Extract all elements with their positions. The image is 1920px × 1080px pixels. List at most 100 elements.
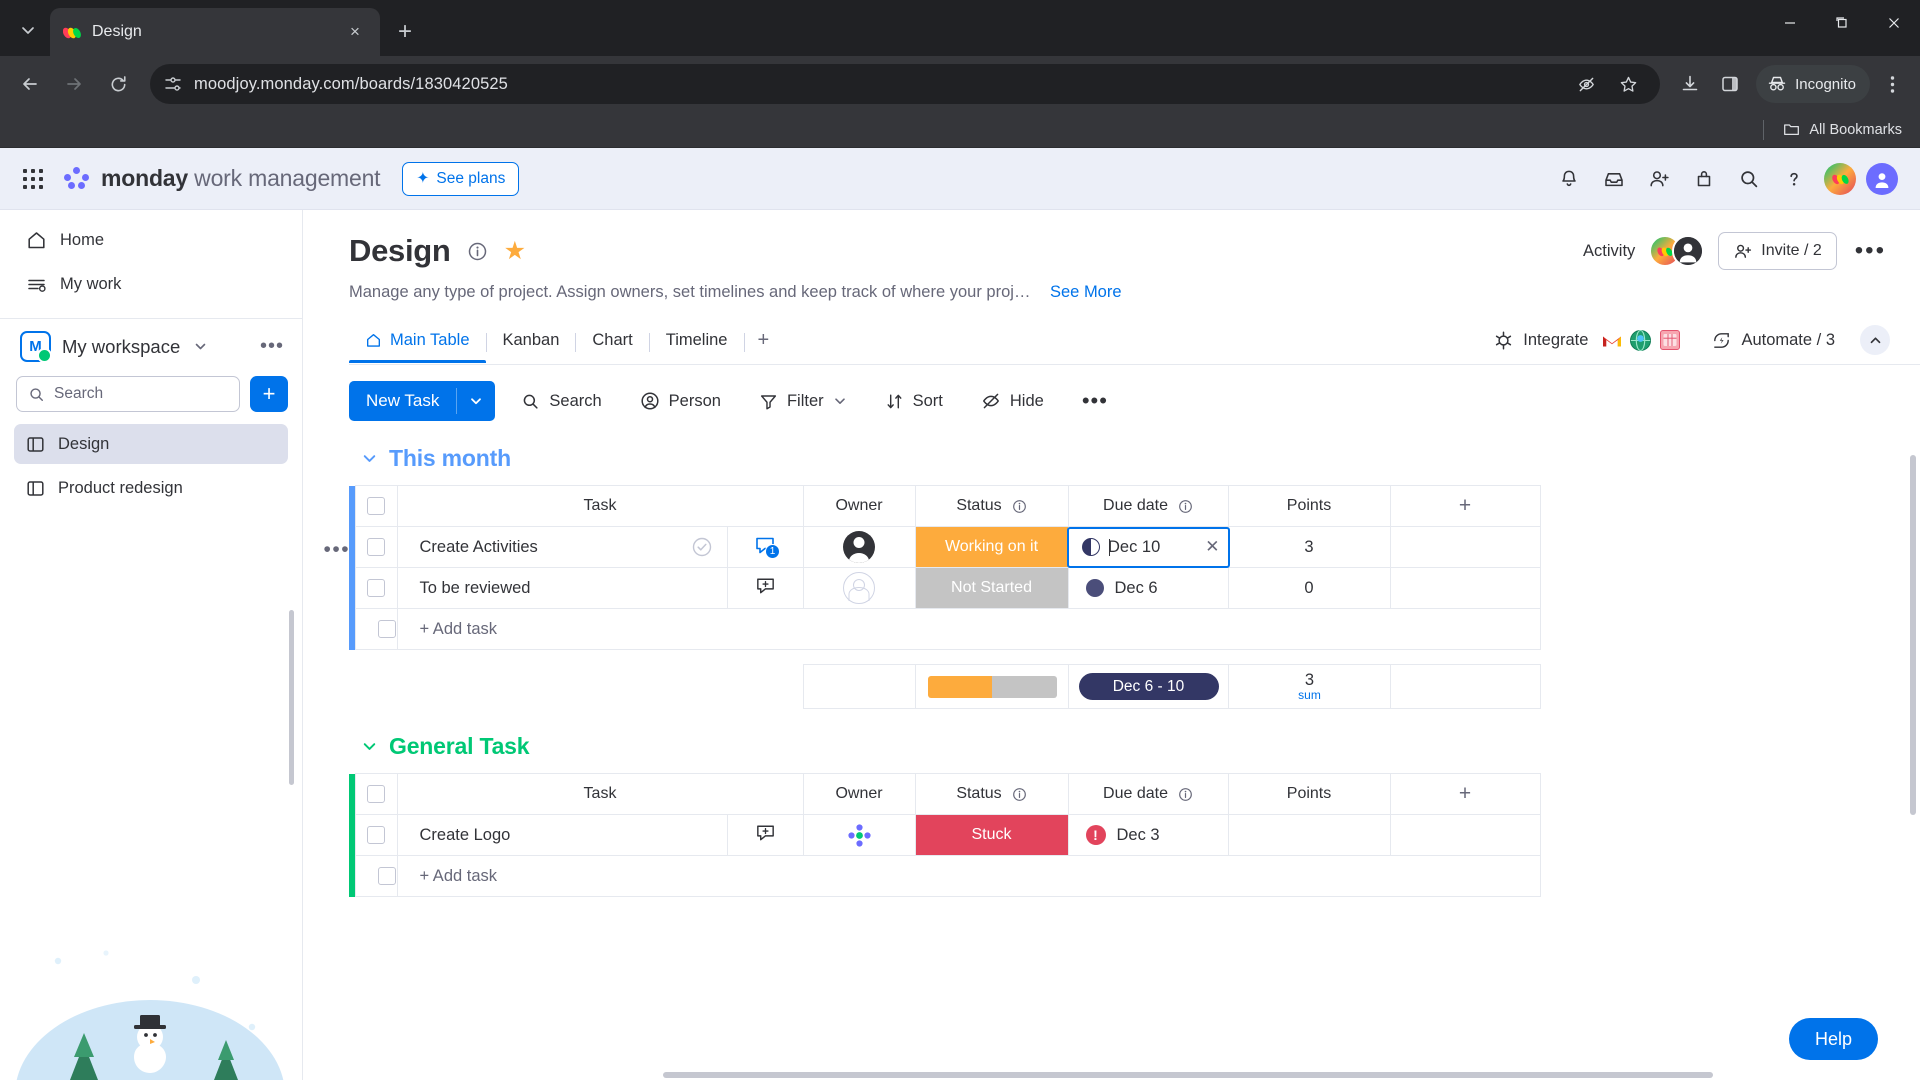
summary-date-range[interactable]: Dec 6 - 10 xyxy=(1068,664,1229,709)
column-header-points[interactable]: Points xyxy=(1227,773,1391,815)
search-button[interactable]: Search xyxy=(509,383,613,419)
sidebar-item-home[interactable]: Home xyxy=(14,220,288,260)
cell-due-date[interactable]: Dec 6 xyxy=(1067,567,1229,609)
table-row[interactable]: To be reviewed Not Started Dec 6 0 xyxy=(349,567,1541,609)
date-editor[interactable]: Dec 10 ✕ xyxy=(1066,526,1230,568)
board-more-icon[interactable]: ••• xyxy=(1851,237,1890,265)
cell-owner[interactable] xyxy=(802,526,916,568)
info-icon[interactable] xyxy=(467,241,488,262)
tab-search-icon[interactable] xyxy=(6,10,50,50)
user-avatar[interactable] xyxy=(1866,162,1898,195)
add-task-label[interactable]: + Add task xyxy=(396,855,1541,897)
table-row[interactable]: ••• Create Activities 1 Working on it De… xyxy=(324,526,1541,568)
add-column-button[interactable]: + xyxy=(1389,485,1541,527)
board-vertical-scrollbar[interactable] xyxy=(1910,455,1916,815)
search-icon[interactable] xyxy=(1729,159,1769,199)
select-all-checkbox-cell[interactable] xyxy=(354,773,398,815)
cell-updates[interactable] xyxy=(726,814,804,856)
cell-due-date[interactable]: ! Dec 3 xyxy=(1067,814,1229,856)
gmail-icon[interactable] xyxy=(1599,327,1625,353)
cell-updates[interactable] xyxy=(726,567,804,609)
info-icon[interactable] xyxy=(1178,499,1193,514)
inbox-icon[interactable] xyxy=(1594,159,1634,199)
tab-chart[interactable]: Chart xyxy=(576,322,648,362)
automate-button[interactable]: Automate / 3 xyxy=(1701,324,1845,357)
add-update-icon[interactable] xyxy=(754,574,777,597)
invite-button[interactable]: Invite / 2 xyxy=(1718,232,1837,270)
calendar-icon[interactable] xyxy=(1657,328,1682,353)
cell-task[interactable]: To be reviewed xyxy=(396,567,728,609)
cell-status[interactable]: Not Started xyxy=(914,567,1069,609)
sidebar-board-product-redesign[interactable]: Product redesign xyxy=(14,468,288,508)
search-input[interactable]: Search xyxy=(16,376,240,412)
help-button[interactable]: Help xyxy=(1788,1018,1878,1060)
checkbox-icon[interactable] xyxy=(367,538,385,556)
chevron-up-icon[interactable] xyxy=(1860,325,1890,355)
group-header[interactable]: This month xyxy=(361,445,1890,472)
row-checkbox-cell[interactable]: ••• xyxy=(324,526,398,568)
integrate-button[interactable]: Integrate xyxy=(1483,322,1692,359)
avatar-placeholder[interactable] xyxy=(843,572,875,604)
chevron-down-icon[interactable] xyxy=(193,339,208,354)
sidebar-board-design[interactable]: Design xyxy=(14,424,288,464)
incognito-profile-button[interactable]: Incognito xyxy=(1756,65,1870,103)
column-header-status[interactable]: Status xyxy=(914,485,1069,527)
reload-icon[interactable] xyxy=(98,64,138,104)
add-board-button[interactable]: + xyxy=(250,376,288,412)
select-all-checkbox-cell[interactable] xyxy=(354,485,398,527)
add-column-button[interactable]: + xyxy=(1389,773,1541,815)
sort-button[interactable]: Sort xyxy=(873,383,955,419)
all-bookmarks-label[interactable]: All Bookmarks xyxy=(1809,122,1902,138)
hide-password-icon[interactable] xyxy=(1568,66,1604,102)
cell-owner[interactable] xyxy=(802,567,916,609)
chrome-menu-icon[interactable] xyxy=(1874,66,1910,102)
new-tab-button[interactable]: + xyxy=(386,13,424,51)
close-icon[interactable]: × xyxy=(342,19,368,45)
avatar[interactable] xyxy=(844,820,874,850)
column-header-owner[interactable]: Owner xyxy=(802,773,916,815)
cell-due-date[interactable]: Dec 10 ✕ xyxy=(1066,526,1230,568)
apps-grid-icon[interactable] xyxy=(16,162,50,196)
notifications-bell-icon[interactable] xyxy=(1549,159,1589,199)
column-header-points[interactable]: Points xyxy=(1227,485,1391,527)
workspace-more-icon[interactable]: ••• xyxy=(260,335,288,358)
row-menu-icon[interactable]: ••• xyxy=(324,538,351,562)
sidebar-item-my-work[interactable]: My work xyxy=(14,264,288,304)
column-header-task[interactable]: Task xyxy=(396,773,804,815)
tab-main-table[interactable]: Main Table xyxy=(349,322,486,363)
maximize-icon[interactable] xyxy=(1816,0,1868,46)
add-task-row[interactable]: + Add task xyxy=(349,855,1541,897)
download-icon[interactable] xyxy=(1672,66,1708,102)
cell-points[interactable] xyxy=(1227,814,1391,856)
cell-task[interactable]: Create Activities xyxy=(396,526,728,568)
help-question-icon[interactable] xyxy=(1774,159,1814,199)
checkbox-icon[interactable] xyxy=(367,579,385,597)
cell-status[interactable]: Stuck xyxy=(914,814,1069,856)
cell-points[interactable]: 0 xyxy=(1227,567,1391,609)
cell-updates[interactable]: 1 xyxy=(726,526,804,568)
sidebar-scrollbar[interactable] xyxy=(289,610,294,785)
add-view-button[interactable]: + xyxy=(745,320,783,364)
column-header-task[interactable]: Task xyxy=(396,485,804,527)
marketplace-icon[interactable] xyxy=(1684,159,1724,199)
globe-icon[interactable] xyxy=(1628,328,1653,353)
info-icon[interactable] xyxy=(1012,499,1027,514)
back-icon[interactable] xyxy=(10,64,50,104)
row-checkbox-cell[interactable] xyxy=(354,855,398,897)
row-checkbox-cell[interactable] xyxy=(354,608,398,650)
side-panel-icon[interactable] xyxy=(1712,66,1748,102)
group-header[interactable]: General Task xyxy=(361,733,1890,760)
new-task-button[interactable]: New Task xyxy=(349,381,496,421)
person-button[interactable]: Person xyxy=(628,383,733,419)
info-icon[interactable] xyxy=(1178,787,1193,802)
summary-points[interactable]: 3 sum xyxy=(1228,664,1391,709)
checkbox-icon[interactable] xyxy=(367,826,385,844)
row-checkbox-cell[interactable] xyxy=(354,567,398,609)
toolbar-more-icon[interactable]: ••• xyxy=(1070,383,1120,419)
checkbox-icon[interactable] xyxy=(367,785,385,803)
board-horizontal-scrollbar[interactable] xyxy=(663,1072,1713,1078)
add-update-icon[interactable] xyxy=(754,821,777,844)
chevron-down-icon[interactable] xyxy=(833,394,847,408)
close-window-icon[interactable] xyxy=(1868,0,1920,46)
workspace-selector[interactable]: M My workspace ••• xyxy=(0,319,302,372)
